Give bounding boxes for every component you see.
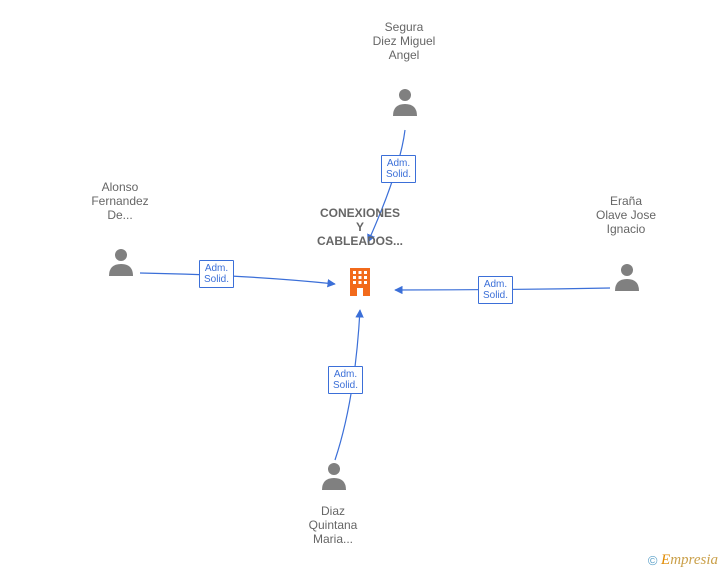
- footer-branding: © Empresia: [648, 552, 718, 569]
- brand-name: Empresia: [661, 552, 718, 568]
- person-label-top: Segura Diez Miguel Angel: [334, 20, 474, 62]
- person-icon: [320, 460, 348, 490]
- person-name-line: Eraña: [556, 194, 696, 208]
- person-name-line: Angel: [334, 48, 474, 62]
- edge-label-left: Adm. Solid.: [199, 260, 234, 288]
- edge-label-top: Adm. Solid.: [381, 155, 416, 183]
- person-name-line: Maria...: [263, 532, 403, 546]
- edge-label-bottom: Adm. Solid.: [328, 366, 363, 394]
- person-name-line: Diez Miguel: [334, 34, 474, 48]
- person-name-line: Diaz: [263, 504, 403, 518]
- person-name-line: Quintana: [263, 518, 403, 532]
- edge-left: [140, 273, 335, 284]
- person-icon: [613, 261, 641, 291]
- person-name-line: Alonso: [50, 180, 190, 194]
- copyright-symbol: ©: [648, 553, 658, 568]
- company-title-line: Y: [290, 220, 430, 234]
- person-name-line: Olave Jose: [556, 208, 696, 222]
- person-icon: [107, 246, 135, 276]
- diagram-canvas: Adm. Solid. Adm. Solid. Adm. Solid. Adm.…: [0, 0, 728, 575]
- person-name-line: Segura: [334, 20, 474, 34]
- person-name-line: Ignacio: [556, 222, 696, 236]
- building-icon: [346, 266, 374, 296]
- person-icon: [391, 86, 419, 116]
- person-name-line: Fernandez: [50, 194, 190, 208]
- person-label-right: Eraña Olave Jose Ignacio: [556, 194, 696, 236]
- person-name-line: De...: [50, 208, 190, 222]
- edge-label-right: Adm. Solid.: [478, 276, 513, 304]
- company-title-line: CABLEADOS...: [290, 234, 430, 248]
- person-label-left: Alonso Fernandez De...: [50, 180, 190, 222]
- company-title: CONEXIONES Y CABLEADOS...: [290, 206, 430, 248]
- person-label-bottom: Diaz Quintana Maria...: [263, 504, 403, 546]
- company-title-line: CONEXIONES: [290, 206, 430, 220]
